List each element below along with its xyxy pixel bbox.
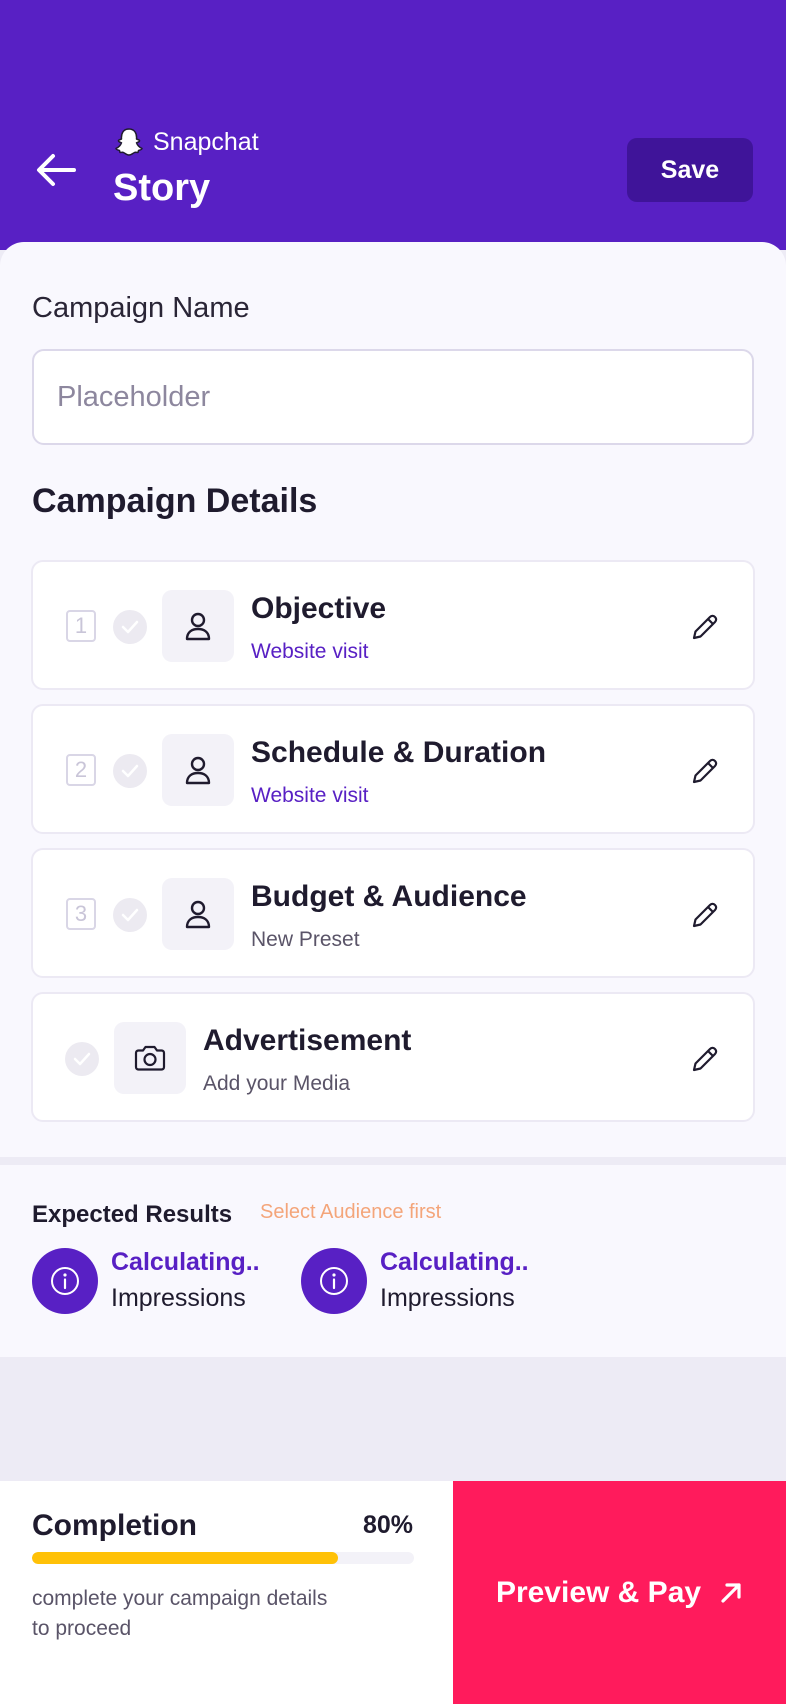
metric-impressions: Calculating.. Impressions — [32, 1248, 272, 1314]
step-advertisement[interactable]: Advertisement Add your Media — [31, 992, 755, 1122]
check-icon — [113, 610, 147, 644]
step-subtitle: Add your Media — [203, 1072, 351, 1095]
platform-row: Snapchat — [113, 126, 259, 158]
edit-button[interactable] — [688, 610, 722, 644]
person-icon — [162, 590, 234, 662]
arrow-left-icon — [37, 154, 76, 186]
step-title: Budget & Audience — [251, 880, 527, 913]
step-title: Schedule & Duration — [251, 736, 547, 769]
pencil-icon — [692, 614, 718, 640]
edit-button[interactable] — [688, 898, 722, 932]
campaign-form: Campaign Name Campaign Details 1 Objecti… — [0, 242, 786, 1157]
metric-value: Calculating.. — [111, 1248, 260, 1276]
metric-label: Impressions — [111, 1284, 246, 1312]
preview-pay-label: Preview & Pay — [495, 1575, 702, 1609]
step-number: 3 — [66, 898, 96, 930]
step-budget-audience[interactable]: 3 Budget & Audience New Preset — [31, 848, 755, 978]
campaign-name-input[interactable] — [32, 349, 754, 445]
step-subtitle: New Preset — [251, 928, 360, 951]
completion-label: Completion — [32, 1509, 197, 1542]
pencil-icon — [692, 758, 718, 784]
step-title: Advertisement — [203, 1024, 412, 1057]
step-number: 2 — [66, 754, 96, 786]
step-number: 1 — [66, 610, 96, 642]
completion-helper-text: complete your campaign details to procee… — [32, 1587, 328, 1640]
app-header: Snapchat Story Save — [0, 0, 786, 250]
step-title: Objective — [251, 592, 387, 625]
info-icon — [301, 1248, 367, 1314]
expected-results-title: Expected Results — [32, 1201, 233, 1228]
campaign-details-heading: Campaign Details — [32, 482, 318, 520]
step-subtitle: Website visit — [251, 640, 369, 663]
metric-value: Calculating.. — [380, 1248, 529, 1276]
expected-results: Expected Results Select Audience first C… — [0, 1165, 786, 1357]
completion-percent: 80% — [362, 1511, 413, 1539]
pencil-icon — [692, 1046, 718, 1072]
preview-pay-button[interactable]: Preview & Pay — [453, 1481, 786, 1704]
edit-button[interactable] — [688, 1042, 722, 1076]
save-button[interactable]: Save — [627, 138, 753, 202]
check-icon — [113, 898, 147, 932]
edit-button[interactable] — [688, 754, 722, 788]
arrow-up-right-icon — [721, 1582, 741, 1603]
snapchat-ghost-icon — [115, 128, 143, 156]
person-icon — [162, 878, 234, 950]
step-objective[interactable]: 1 Objective Website visit — [31, 560, 755, 690]
completion-progress-fill — [32, 1552, 338, 1564]
check-icon — [65, 1042, 99, 1076]
person-icon — [162, 734, 234, 806]
step-subtitle: Website visit — [251, 784, 369, 807]
info-icon — [32, 1248, 98, 1314]
metric-label: Impressions — [380, 1284, 515, 1312]
pencil-icon — [692, 902, 718, 928]
platform-name: Snapchat — [153, 127, 259, 156]
completion-progress-bar — [32, 1552, 414, 1564]
page-title: Story — [113, 167, 211, 209]
metric-impressions: Calculating.. Impressions — [301, 1248, 541, 1314]
expected-results-hint: Select Audience first — [260, 1201, 442, 1223]
campaign-name-label: Campaign Name — [32, 292, 250, 324]
step-schedule[interactable]: 2 Schedule & Duration Website visit — [31, 704, 755, 834]
camera-icon — [114, 1022, 186, 1094]
check-icon — [113, 754, 147, 788]
completion-panel: Completion 80% complete your campaign de… — [0, 1481, 453, 1704]
back-button[interactable] — [36, 150, 76, 190]
